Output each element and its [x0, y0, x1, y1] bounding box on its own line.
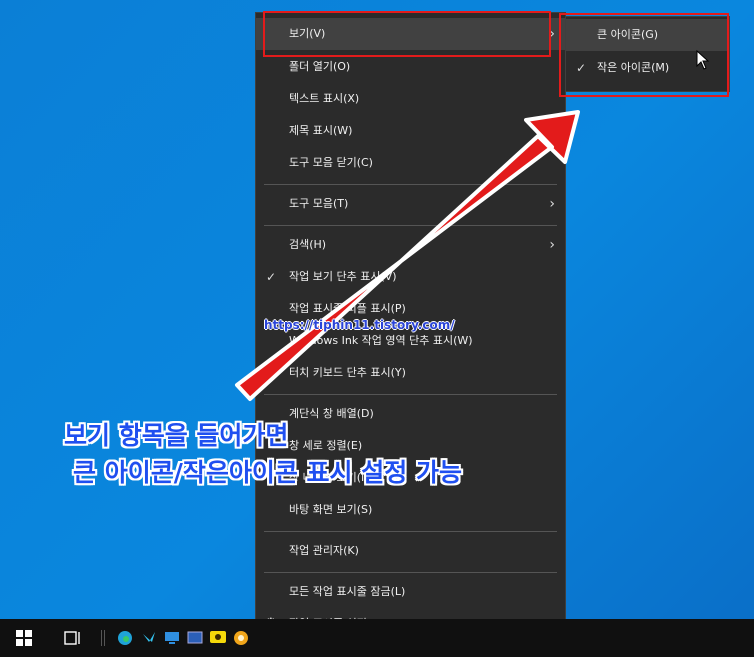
- start-button[interactable]: [9, 619, 39, 657]
- caption-line-2: 큰 아이콘/작은아이콘 표시 설정 가능: [73, 458, 462, 487]
- edge-button[interactable]: [112, 619, 138, 657]
- app-talk-button[interactable]: [229, 619, 253, 657]
- taskbar-separator: [104, 630, 105, 646]
- screen-app-icon: [187, 631, 203, 644]
- talk-app-icon: [234, 631, 248, 645]
- taskbar-separator: [101, 630, 102, 646]
- edge-icon: [118, 631, 132, 645]
- app-chat-button[interactable]: [206, 619, 230, 657]
- watermark-url: https://tiphin11.tistory.com/: [264, 318, 455, 332]
- mouse-cursor-icon: [696, 49, 710, 70]
- taskbar: [0, 619, 754, 657]
- bird-app-icon: [143, 632, 155, 642]
- windows-logo-icon: [16, 630, 32, 646]
- app-bird-button[interactable]: [137, 619, 161, 657]
- app-monitor-button[interactable]: [160, 619, 184, 657]
- red-arrow-icon: [235, 110, 580, 401]
- caption-line-1: 보기 항목을 들어가면: [64, 421, 289, 450]
- task-view-icon: [64, 631, 80, 645]
- monitor-app-icon: [165, 632, 179, 644]
- app-screen-button[interactable]: [183, 619, 207, 657]
- task-view-button[interactable]: [57, 619, 87, 657]
- chat-app-icon: [210, 630, 226, 643]
